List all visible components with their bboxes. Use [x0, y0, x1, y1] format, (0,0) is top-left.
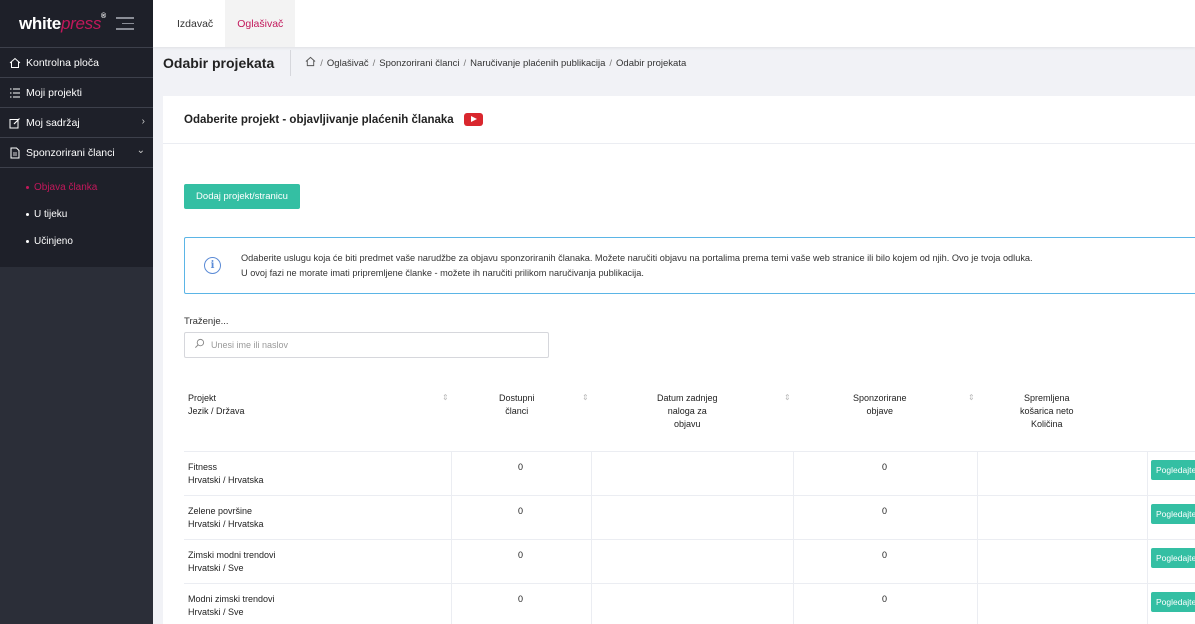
- chevron-right-icon: ›: [141, 116, 145, 127]
- sidebar-subitem-publish[interactable]: Objava članka: [0, 174, 153, 201]
- main-card: Odaberite projekt - objavljivanje plaćen…: [163, 96, 1195, 624]
- project-cell: Fitness Hrvatski / Hrvatska: [188, 462, 264, 485]
- project-cell: Modni zimski trendovi Hrvatski / Sve: [188, 594, 275, 617]
- column-header-cart[interactable]: Spremljena košarica neto Količina: [1020, 392, 1074, 431]
- card-header: Odaberite projekt - objavljivanje plaćen…: [163, 96, 1195, 144]
- view-button[interactable]: Pogledajte: [1151, 592, 1195, 612]
- tab-publisher[interactable]: Izdavač: [153, 0, 225, 47]
- page-title: Odabir projekata: [163, 50, 292, 76]
- sidebar-subitem-done[interactable]: Učinjeno: [0, 228, 153, 255]
- sidebar: whitepress® Kontrolna ploča Moji projekt…: [0, 0, 153, 624]
- tab-advertiser[interactable]: Oglašivač: [225, 0, 296, 47]
- info-icon: i: [204, 257, 221, 274]
- view-button[interactable]: Pogledajte: [1151, 548, 1195, 568]
- sidebar-item-label: Kontrolna ploča: [26, 56, 99, 69]
- sidebar-item-content[interactable]: Moj sadržaj ›: [0, 107, 153, 137]
- home-icon: [8, 56, 21, 69]
- table-row: Zelene površine Hrvatski / Hrvatska 0 0 P…: [184, 495, 1195, 540]
- list-icon: [8, 86, 21, 99]
- column-header-last-order[interactable]: Datum zadnjeg naloga za objavu: [657, 392, 718, 431]
- project-cell: Zimski modni trendovi Hrvatski / Sve: [188, 550, 276, 573]
- view-button[interactable]: Pogledajte: [1151, 460, 1195, 480]
- search-box[interactable]: [184, 332, 549, 358]
- sort-icon[interactable]: ⇕: [442, 393, 449, 402]
- sidebar-item-dashboard[interactable]: Kontrolna ploča: [0, 47, 153, 77]
- sidebar-item-sponsored[interactable]: Sponzorirani članci ⌄: [0, 137, 153, 167]
- home-icon[interactable]: [305, 56, 316, 70]
- breadcrumb-item[interactable]: Odabir projekata: [616, 58, 686, 69]
- sponsored-cell: 0: [882, 594, 888, 604]
- card-title: Odaberite projekt - objavljivanje plaćen…: [184, 113, 454, 126]
- search-label: Traženje...: [184, 316, 229, 327]
- sort-icon[interactable]: ⇕: [968, 393, 975, 402]
- sidebar-item-projects[interactable]: Moji projekti: [0, 77, 153, 107]
- logo[interactable]: whitepress®: [19, 13, 106, 34]
- available-cell: 0: [518, 462, 524, 472]
- edit-icon: [8, 116, 21, 129]
- topbar: Izdavač Oglašivač: [153, 0, 1195, 47]
- breadcrumb-item[interactable]: Naručivanje plaćenih publikacija: [470, 58, 605, 69]
- available-cell: 0: [518, 506, 524, 516]
- table-row: Fitness Hrvatski / Hrvatska 0 0 Pogledajt…: [184, 451, 1195, 496]
- info-alert: i Odaberite uslugu koja će biti predmet …: [184, 237, 1195, 294]
- sponsored-cell: 0: [882, 462, 888, 472]
- column-header-sponsored[interactable]: Sponzorirane objave: [853, 392, 907, 418]
- sort-icon[interactable]: ⇕: [784, 393, 791, 402]
- sidebar-submenu: Objava članka U tijeku Učinjeno: [0, 167, 153, 267]
- column-header-project[interactable]: Projekt Jezik / Država: [188, 392, 245, 418]
- sort-icon[interactable]: ⇕: [582, 393, 589, 402]
- table-row: Modni zimski trendovi Hrvatski / Sve 0 0 …: [184, 583, 1195, 624]
- logo-area: whitepress®: [0, 0, 153, 47]
- alert-text: Odaberite uslugu koja će biti predmet va…: [241, 253, 1033, 278]
- view-button[interactable]: Pogledajte: [1151, 504, 1195, 524]
- youtube-icon[interactable]: [463, 113, 483, 126]
- available-cell: 0: [518, 550, 524, 560]
- column-header-available[interactable]: Dostupni članci: [499, 392, 535, 418]
- sidebar-item-label: Sponzorirani članci: [26, 146, 115, 159]
- breadcrumb: / Oglašivač / Sponzorirani članci / Naru…: [291, 56, 686, 70]
- sidebar-item-label: Moji projekti: [26, 86, 83, 99]
- chevron-down-icon: ⌄: [136, 145, 145, 156]
- search-input[interactable]: [211, 340, 511, 350]
- table-row: Zimski modni trendovi Hrvatski / Sve 0 0 …: [184, 539, 1195, 584]
- sidebar-item-label: Moj sadržaj: [26, 116, 80, 129]
- project-cell: Zelene površine Hrvatski / Hrvatska: [188, 506, 264, 529]
- sponsored-cell: 0: [882, 506, 888, 516]
- menu-toggle-icon[interactable]: [116, 17, 134, 31]
- add-project-button[interactable]: Dodaj projekt/stranicu: [184, 184, 300, 209]
- available-cell: 0: [518, 594, 524, 604]
- breadcrumb-item[interactable]: Oglašivač: [327, 58, 369, 69]
- document-icon: [8, 146, 21, 159]
- sponsored-cell: 0: [882, 550, 888, 560]
- search-icon: [194, 338, 205, 352]
- sidebar-subitem-in-progress[interactable]: U tijeku: [0, 201, 153, 228]
- breadcrumb-item[interactable]: Sponzorirani članci: [379, 58, 459, 69]
- subheader: Odabir projekata / Oglašivač / Sponzorir…: [163, 47, 686, 79]
